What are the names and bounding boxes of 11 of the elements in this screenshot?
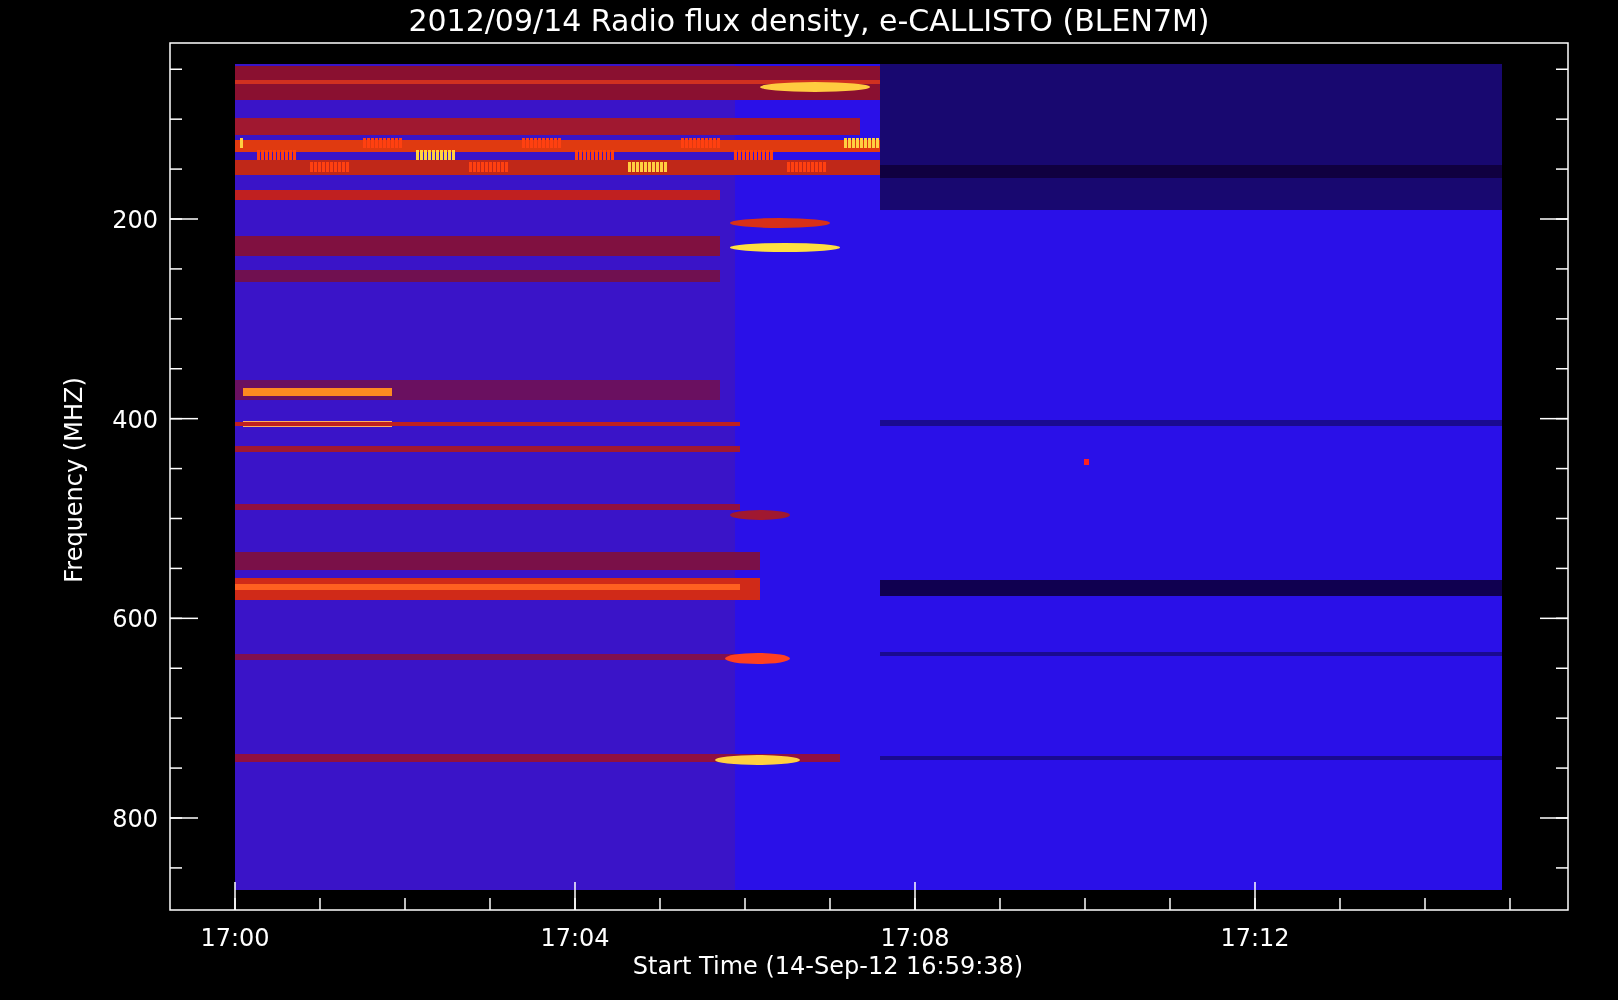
y-tick-label: 200	[112, 206, 158, 234]
chart-title: 2012/09/14 Radio flux density, e-CALLISTO (BLEN7M)	[408, 3, 1210, 38]
y-tick-label: 600	[112, 605, 158, 634]
x-tick-label: 17:12	[1220, 924, 1290, 952]
x-tick-label: 17:08	[880, 924, 950, 952]
x-axis-label: Start Time (14-Sep-12 16:59:38)	[632, 952, 1024, 980]
x-tick-label: 17:00	[200, 924, 270, 952]
y-tick-label: 400	[112, 405, 158, 434]
y-tick-label: 800	[112, 805, 158, 833]
y-axis-label: Frequency (MHZ)	[60, 377, 88, 583]
x-tick-label: 17:04	[540, 924, 610, 952]
